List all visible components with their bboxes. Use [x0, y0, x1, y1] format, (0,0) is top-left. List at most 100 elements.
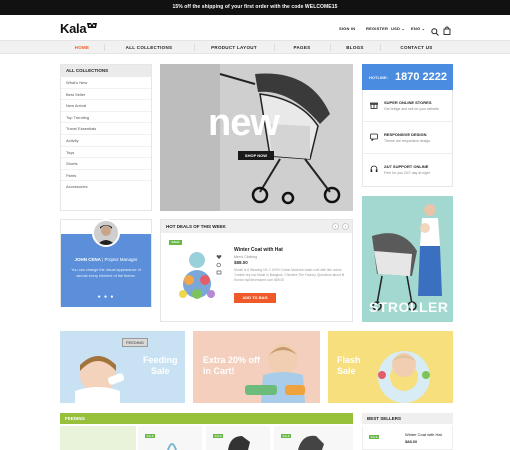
logo-text: Kala: [60, 21, 87, 36]
nav-all-collections[interactable]: ALL COLLECTIONS: [104, 41, 194, 54]
add-to-bag-button[interactable]: ADD TO BAG: [234, 293, 276, 303]
main-nav: HOME ALL COLLECTIONS PRODUCT LAYOUT PAGE…: [0, 40, 510, 54]
zoom-icon: [216, 262, 221, 268]
hero-headline: new: [208, 102, 280, 144]
chat-icon: [370, 133, 378, 141]
testimonial-role-separator: |: [102, 257, 104, 262]
promo-feeding-line2: Sale: [151, 366, 170, 376]
nav-contact-us[interactable]: CONTACT US: [380, 41, 453, 54]
product-image: [167, 443, 177, 450]
product-category: Men's Clothing: [234, 255, 258, 259]
feature-subtitle: Free for you 24/7 day at night: [384, 171, 430, 175]
sale-badge: SALE: [213, 434, 223, 438]
best-seller-title[interactable]: Winter Coat with Hat: [405, 432, 442, 437]
search-icon[interactable]: [431, 23, 439, 41]
hotline-box: HOTLINE: 1870 2222: [362, 64, 453, 90]
feature-title: 24/7 SUPPORT ONLINE: [384, 164, 429, 169]
sale-badge: SALE: [169, 240, 182, 245]
testimonial-name: JOHN CENA: [74, 257, 101, 262]
features-box: SUPER ONLINE STORES Get bridge and sell …: [362, 90, 453, 187]
feeding-sign: FEEDING: [122, 338, 148, 347]
best-seller-price: $88.00: [405, 439, 418, 444]
promo-extra-banner[interactable]: Extra 20% off in Cart!: [193, 331, 320, 403]
feature-item: RESPONSIVE DESIGN Theme are responsive d…: [363, 122, 452, 154]
hotline-number[interactable]: 1870 2222: [395, 71, 447, 83]
gift-icon: [370, 102, 378, 109]
promo-flash-text: Flash Sale: [337, 355, 361, 377]
feature-item: 24/7 SUPPORT ONLINE Free for you 24/7 da…: [363, 154, 452, 186]
product-price: $88.00: [234, 260, 248, 265]
hot-deals-section: HOT DEALS OF THIS WEEK ‹ › SALE Winter C…: [160, 219, 353, 322]
category-item[interactable]: Best Seller: [61, 89, 151, 101]
testimonial-author: JOHN CENA | Project Manager: [61, 257, 151, 262]
promo-flash-line1: Flash: [337, 355, 361, 365]
hero-banner[interactable]: new SHOP NOW: [160, 64, 353, 211]
language-select[interactable]: ENG ⌄: [411, 26, 425, 31]
promo-feeding-banner[interactable]: FEEDING Feeding Sale: [60, 331, 185, 403]
feeding-section-header: FEEDING: [60, 413, 353, 424]
cart-icon[interactable]: [443, 22, 451, 40]
hot-deals-title: HOT DEALS OF THIS WEEK: [161, 220, 352, 233]
compare-icon: [216, 270, 222, 275]
product-image: [228, 436, 250, 450]
nav-home[interactable]: HOME: [60, 41, 104, 54]
promo-extra-line1: Extra 20% off: [203, 355, 261, 365]
product-actions: [216, 254, 222, 275]
product-title[interactable]: Winter Coat with Hat: [234, 247, 283, 253]
best-seller-item[interactable]: SALE Winter Coat with Hat $88.00: [362, 426, 453, 450]
site-logo[interactable]: Kala: [60, 21, 98, 36]
testimonial-card: JOHN CENA | Project Manager You can chan…: [60, 219, 152, 307]
promo-flash-line2: Sale: [337, 366, 356, 376]
testimonial-quote: You can change the visual appearance of …: [71, 268, 141, 278]
hotline-label: HOTLINE:: [369, 75, 388, 80]
promo-feeding-line1: Feeding: [143, 355, 178, 365]
category-item[interactable]: Toys: [61, 147, 151, 159]
sale-badge: SALE: [369, 435, 379, 439]
feature-title: SUPER ONLINE STORES: [384, 100, 432, 105]
nav-product-layout[interactable]: PRODUCT LAYOUT: [194, 41, 274, 54]
testimonial-role: Project Manager: [104, 257, 138, 262]
category-item[interactable]: New Arrival: [61, 100, 151, 112]
nav-blogs[interactable]: BLOGS: [330, 41, 380, 54]
currency-select[interactable]: USD ⌄: [391, 26, 405, 31]
promo-flash-banner[interactable]: Flash Sale: [328, 331, 453, 403]
category-item[interactable]: Travel Essentials: [61, 123, 151, 135]
feature-subtitle: Theme are responsive design.: [384, 139, 432, 143]
stroller-banner-text: STROLLER: [369, 299, 449, 315]
product-description: Model is 6 Wearing UK 2 100% Cotton Mach…: [234, 268, 345, 282]
feeding-product-thumb[interactable]: SALE: [206, 426, 270, 450]
register-link[interactable]: REGISTER: [366, 26, 388, 31]
category-sidebar: ALL COLLECTIONS What's New Best Seller N…: [60, 64, 152, 211]
feeding-product-thumb[interactable]: SALE: [138, 426, 202, 450]
carousel-dots[interactable]: ● ● ●: [61, 294, 151, 300]
best-sellers-header: BEST SELLERS: [362, 413, 453, 424]
logo-mark-icon: [86, 21, 98, 32]
product-image[interactable]: [169, 242, 225, 310]
nav-pages[interactable]: PAGES: [274, 41, 330, 54]
category-item[interactable]: Shorts: [61, 158, 151, 170]
category-sidebar-title: ALL COLLECTIONS: [61, 65, 151, 77]
promo-extra-line2: in Cart!: [203, 366, 235, 376]
category-item[interactable]: Top Trending: [61, 112, 151, 124]
shop-now-button[interactable]: SHOP NOW: [238, 151, 274, 160]
category-item[interactable]: Accessories: [61, 181, 151, 193]
category-item[interactable]: What's New: [61, 77, 151, 89]
feature-subtitle: Get bridge and sell on your website.: [384, 107, 440, 111]
wishlist-icon: [216, 254, 222, 259]
category-item[interactable]: Pants: [61, 170, 151, 182]
product-image: [298, 435, 324, 450]
feeding-product-thumb[interactable]: SALE: [274, 426, 353, 450]
avatar: [92, 219, 120, 247]
sale-badge: SALE: [281, 434, 291, 438]
sale-badge: SALE: [145, 434, 155, 438]
category-item[interactable]: Activity: [61, 135, 151, 147]
signin-link[interactable]: SIGN IN: [339, 26, 355, 31]
prev-arrow-button[interactable]: ‹: [332, 223, 339, 230]
promo-extra-text: Extra 20% off in Cart!: [203, 355, 260, 377]
next-arrow-button[interactable]: ›: [342, 223, 349, 230]
feature-title: RESPONSIVE DESIGN: [384, 132, 427, 137]
stroller-banner[interactable]: STROLLER: [362, 196, 453, 322]
promo-topbar: 15% off the shipping of your first order…: [0, 0, 510, 15]
feature-item: SUPER ONLINE STORES Get bridge and sell …: [363, 90, 452, 122]
feeding-product-thumb[interactable]: [60, 426, 136, 450]
